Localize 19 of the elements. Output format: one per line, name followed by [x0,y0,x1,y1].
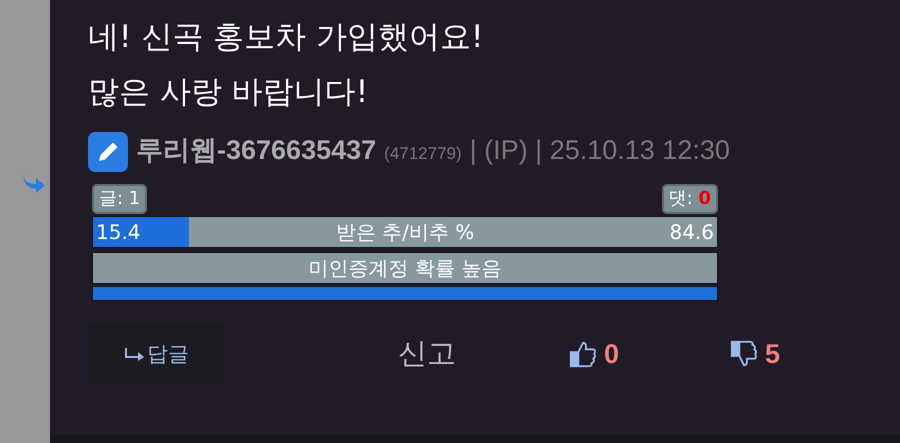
upvote-percent: 15.4 [95,220,141,244]
dislike-count: 5 [765,338,780,370]
ratio-title: 받은 추/비추 % [336,218,474,246]
comment-text: 네! 신곡 홍보차 가입했어요! [88,18,484,57]
comment-text: 많은 사랑 바랍니다! [88,73,370,112]
post-meta: | (IP) | 25.10.13 12:30 [470,135,730,166]
reply-button[interactable]: 답글 [88,323,226,385]
user-id: (4712779) [384,144,462,164]
thumbs-down-icon[interactable] [729,339,760,369]
report-button[interactable]: 신고 [398,334,456,374]
post-count-badge: 글: 1 [92,184,148,214]
thumbs-up-icon[interactable] [568,339,598,369]
pencil-icon [88,132,128,172]
downvote-percent: 84.6 [669,220,715,244]
like-count: 0 [604,338,620,370]
author-name[interactable]: 루리웹-3676635437 [136,132,376,168]
reply-count-badge: 댓: 0 [662,184,718,214]
arrow-icon [125,347,145,361]
account-status-bar: 미인증계정 확률 높음 [92,252,718,284]
